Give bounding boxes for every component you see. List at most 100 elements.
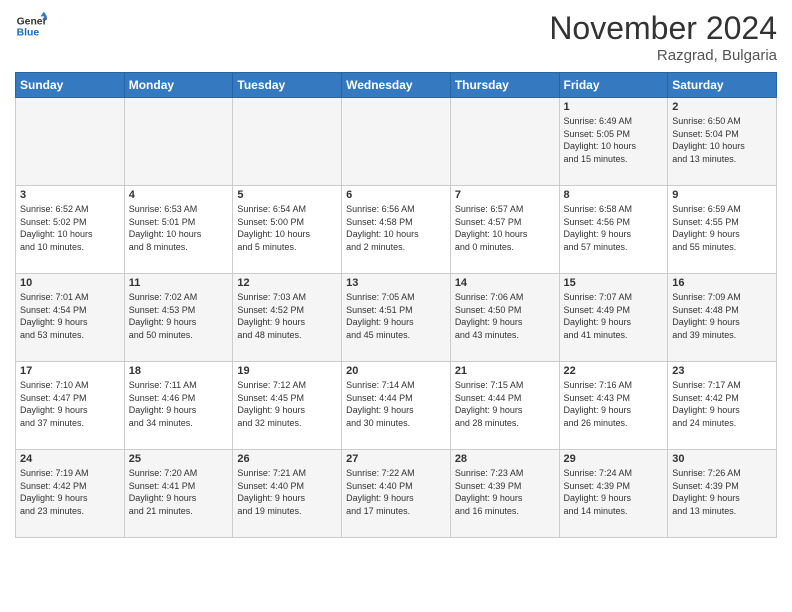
day-info: Sunrise: 6:54 AM Sunset: 5:00 PM Dayligh… xyxy=(237,203,337,253)
calendar-cell xyxy=(233,98,342,186)
day-number: 20 xyxy=(346,365,446,377)
day-number: 25 xyxy=(129,453,229,465)
day-number: 11 xyxy=(129,277,229,289)
day-number: 15 xyxy=(564,277,664,289)
day-info: Sunrise: 7:17 AM Sunset: 4:42 PM Dayligh… xyxy=(672,379,772,429)
day-info: Sunrise: 6:57 AM Sunset: 4:57 PM Dayligh… xyxy=(455,203,555,253)
day-number: 9 xyxy=(672,189,772,201)
day-number: 29 xyxy=(564,453,664,465)
calendar-cell xyxy=(16,98,125,186)
day-info: Sunrise: 6:53 AM Sunset: 5:01 PM Dayligh… xyxy=(129,203,229,253)
calendar-cell: 21 Sunrise: 7:15 AM Sunset: 4:44 PM Dayli… xyxy=(450,362,559,450)
weekday-header-wednesday: Wednesday xyxy=(342,73,451,98)
calendar-cell: 18 Sunrise: 7:11 AM Sunset: 4:46 PM Dayli… xyxy=(124,362,233,450)
calendar-cell: 25 Sunrise: 7:20 AM Sunset: 4:41 PM Dayli… xyxy=(124,450,233,538)
calendar-cell: 7 Sunrise: 6:57 AM Sunset: 4:57 PM Daylig… xyxy=(450,186,559,274)
day-info: Sunrise: 6:59 AM Sunset: 4:55 PM Dayligh… xyxy=(672,203,772,253)
day-info: Sunrise: 6:56 AM Sunset: 4:58 PM Dayligh… xyxy=(346,203,446,253)
weekday-header-row: SundayMondayTuesdayWednesdayThursdayFrid… xyxy=(16,73,777,98)
calendar-cell: 20Sunrise: 7:14 AM Sunset: 4:44 PM Dayli… xyxy=(342,362,451,450)
day-info: Sunrise: 7:07 AM Sunset: 4:49 PM Dayligh… xyxy=(564,291,664,341)
calendar-cell: 10Sunrise: 7:01 AM Sunset: 4:54 PM Dayli… xyxy=(16,274,125,362)
day-info: Sunrise: 7:06 AM Sunset: 4:50 PM Dayligh… xyxy=(455,291,555,341)
location: Razgrad, Bulgaria xyxy=(549,47,777,64)
calendar-cell xyxy=(450,98,559,186)
month-title: November 2024 xyxy=(549,10,777,47)
day-number: 18 xyxy=(129,365,229,377)
weekday-header-sunday: Sunday xyxy=(16,73,125,98)
calendar-cell: 28 Sunrise: 7:23 AM Sunset: 4:39 PM Dayli… xyxy=(450,450,559,538)
day-info: Sunrise: 6:52 AM Sunset: 5:02 PM Dayligh… xyxy=(20,203,120,253)
calendar-cell: 22Sunrise: 7:16 AM Sunset: 4:43 PM Dayli… xyxy=(559,362,668,450)
day-number: 1 xyxy=(564,101,664,113)
calendar-week-1: 1Sunrise: 6:49 AM Sunset: 5:05 PM Daylig… xyxy=(16,98,777,186)
day-number: 30 xyxy=(672,453,772,465)
calendar-cell: 9 Sunrise: 6:59 AM Sunset: 4:55 PM Daylig… xyxy=(668,186,777,274)
calendar-cell: 30 Sunrise: 7:26 AM Sunset: 4:39 PM Dayli… xyxy=(668,450,777,538)
day-number: 14 xyxy=(455,277,555,289)
day-number: 21 xyxy=(455,365,555,377)
calendar-cell: 23Sunrise: 7:17 AM Sunset: 4:42 PM Dayli… xyxy=(668,362,777,450)
calendar-cell: 8Sunrise: 6:58 AM Sunset: 4:56 PM Daylig… xyxy=(559,186,668,274)
calendar-cell: 6 Sunrise: 6:56 AM Sunset: 4:58 PM Daylig… xyxy=(342,186,451,274)
day-info: Sunrise: 7:23 AM Sunset: 4:39 PM Dayligh… xyxy=(455,467,555,517)
calendar-cell: 5Sunrise: 6:54 AM Sunset: 5:00 PM Daylig… xyxy=(233,186,342,274)
calendar-week-2: 3 Sunrise: 6:52 AM Sunset: 5:02 PM Daylig… xyxy=(16,186,777,274)
day-info: Sunrise: 7:02 AM Sunset: 4:53 PM Dayligh… xyxy=(129,291,229,341)
day-info: Sunrise: 7:22 AM Sunset: 4:40 PM Dayligh… xyxy=(346,467,446,517)
calendar-cell: 17Sunrise: 7:10 AM Sunset: 4:47 PM Dayli… xyxy=(16,362,125,450)
weekday-header-tuesday: Tuesday xyxy=(233,73,342,98)
day-number: 28 xyxy=(455,453,555,465)
calendar-cell: 12 Sunrise: 7:03 AM Sunset: 4:52 PM Dayli… xyxy=(233,274,342,362)
calendar-cell: 15 Sunrise: 7:07 AM Sunset: 4:49 PM Dayli… xyxy=(559,274,668,362)
day-number: 24 xyxy=(20,453,120,465)
svg-text:General: General xyxy=(17,16,47,27)
title-block: November 2024 Razgrad, Bulgaria xyxy=(549,10,777,64)
calendar-cell: 16 Sunrise: 7:09 AM Sunset: 4:48 PM Dayli… xyxy=(668,274,777,362)
calendar-cell: 14 Sunrise: 7:06 AM Sunset: 4:50 PM Dayli… xyxy=(450,274,559,362)
day-info: Sunrise: 7:19 AM Sunset: 4:42 PM Dayligh… xyxy=(20,467,120,517)
calendar-cell: 4Sunrise: 6:53 AM Sunset: 5:01 PM Daylig… xyxy=(124,186,233,274)
day-number: 12 xyxy=(237,277,337,289)
svg-text:Blue: Blue xyxy=(17,28,40,39)
page-header: General Blue November 2024 Razgrad, Bulg… xyxy=(15,10,777,64)
day-number: 8 xyxy=(564,189,664,201)
calendar-cell: 19Sunrise: 7:12 AM Sunset: 4:45 PM Dayli… xyxy=(233,362,342,450)
day-number: 22 xyxy=(564,365,664,377)
day-number: 19 xyxy=(237,365,337,377)
day-number: 27 xyxy=(346,453,446,465)
day-number: 2 xyxy=(672,101,772,113)
day-number: 26 xyxy=(237,453,337,465)
day-number: 13 xyxy=(346,277,446,289)
day-number: 16 xyxy=(672,277,772,289)
day-info: Sunrise: 7:03 AM Sunset: 4:52 PM Dayligh… xyxy=(237,291,337,341)
day-number: 3 xyxy=(20,189,120,201)
calendar-cell xyxy=(124,98,233,186)
day-info: Sunrise: 7:21 AM Sunset: 4:40 PM Dayligh… xyxy=(237,467,337,517)
day-info: Sunrise: 7:09 AM Sunset: 4:48 PM Dayligh… xyxy=(672,291,772,341)
day-info: Sunrise: 7:20 AM Sunset: 4:41 PM Dayligh… xyxy=(129,467,229,517)
weekday-header-thursday: Thursday xyxy=(450,73,559,98)
day-number: 7 xyxy=(455,189,555,201)
calendar-week-4: 17Sunrise: 7:10 AM Sunset: 4:47 PM Dayli… xyxy=(16,362,777,450)
calendar-cell: 11 Sunrise: 7:02 AM Sunset: 4:53 PM Dayli… xyxy=(124,274,233,362)
calendar-week-5: 24 Sunrise: 7:19 AM Sunset: 4:42 PM Dayli… xyxy=(16,450,777,538)
weekday-header-friday: Friday xyxy=(559,73,668,98)
day-number: 17 xyxy=(20,365,120,377)
calendar-table: SundayMondayTuesdayWednesdayThursdayFrid… xyxy=(15,72,777,538)
day-info: Sunrise: 7:05 AM Sunset: 4:51 PM Dayligh… xyxy=(346,291,446,341)
calendar-cell: 26 Sunrise: 7:21 AM Sunset: 4:40 PM Dayli… xyxy=(233,450,342,538)
day-info: Sunrise: 7:15 AM Sunset: 4:44 PM Dayligh… xyxy=(455,379,555,429)
day-number: 6 xyxy=(346,189,446,201)
weekday-header-monday: Monday xyxy=(124,73,233,98)
logo-icon: General Blue xyxy=(15,10,47,42)
day-info: Sunrise: 7:26 AM Sunset: 4:39 PM Dayligh… xyxy=(672,467,772,517)
calendar-cell xyxy=(342,98,451,186)
day-info: Sunrise: 7:24 AM Sunset: 4:39 PM Dayligh… xyxy=(564,467,664,517)
calendar-cell: 27 Sunrise: 7:22 AM Sunset: 4:40 PM Dayli… xyxy=(342,450,451,538)
day-info: Sunrise: 6:50 AM Sunset: 5:04 PM Dayligh… xyxy=(672,115,772,165)
weekday-header-saturday: Saturday xyxy=(668,73,777,98)
day-info: Sunrise: 7:11 AM Sunset: 4:46 PM Dayligh… xyxy=(129,379,229,429)
calendar-cell: 24 Sunrise: 7:19 AM Sunset: 4:42 PM Dayli… xyxy=(16,450,125,538)
calendar-cell: 2 Sunrise: 6:50 AM Sunset: 5:04 PM Daylig… xyxy=(668,98,777,186)
